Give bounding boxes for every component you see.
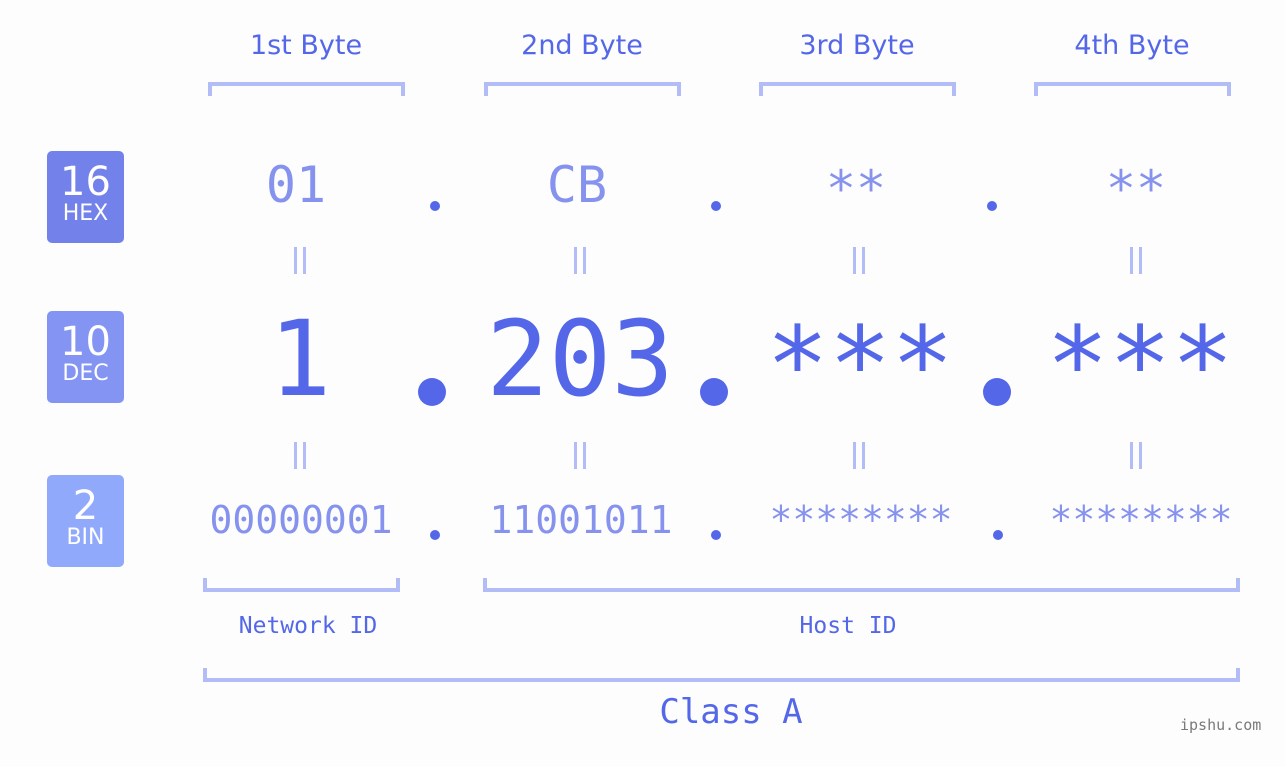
byte-header-4: 4th Byte [1074,30,1190,61]
class-label: Class A [659,692,803,732]
hex-dot-separator [711,201,721,211]
bin-badge-number: 2 [72,483,99,529]
hex-badge-label: HEX [62,201,109,226]
dec-dot-separator [983,378,1011,406]
network-id-label: Network ID [238,613,378,639]
byte-bracket-4 [1034,82,1231,96]
equals-icon [574,247,586,274]
dec-badge-number: 10 [60,319,111,365]
dec-byte-2: 203 [486,298,674,420]
equals-icon [1130,442,1142,469]
hex-badge: 16 HEX [47,151,124,243]
hex-byte-3: ** [825,160,887,218]
byte-bracket-3 [759,82,956,96]
host-id-bracket [483,578,1240,592]
hex-byte-2: CB [546,156,608,214]
bin-dot-separator [430,530,440,540]
hex-badge-number: 16 [60,159,111,205]
class-bracket [203,668,1240,682]
equals-icon [853,442,865,469]
dec-byte-4: *** [1046,304,1234,426]
byte-header-1: 1st Byte [249,30,363,61]
byte-bracket-2 [484,82,681,96]
hex-byte-4: ** [1105,160,1167,218]
bin-badge: 2 BIN [47,475,124,567]
bin-dot-separator [993,530,1003,540]
equals-icon [1130,247,1142,274]
dec-badge-label: DEC [62,361,109,386]
dec-dot-separator [418,378,446,406]
hex-byte-1: 01 [265,156,327,214]
dec-badge: 10 DEC [47,311,124,403]
network-id-bracket [203,578,400,592]
hex-dot-separator [430,201,440,211]
equals-icon [574,442,586,469]
equals-icon [853,247,865,274]
bin-byte-2: 11001011 [489,498,673,542]
byte-header-3: 3rd Byte [799,30,915,61]
dec-dot-separator [700,378,728,406]
byte-header-2: 2nd Byte [521,30,643,61]
equals-icon [294,247,306,274]
hex-dot-separator [987,201,997,211]
host-id-label: Host ID [799,613,897,639]
bin-badge-label: BIN [66,525,105,550]
dec-byte-3: *** [766,304,954,426]
bin-byte-3: ******** [769,498,953,542]
byte-bracket-1 [208,82,405,96]
bin-dot-separator [711,530,721,540]
equals-icon [294,442,306,469]
watermark: ipshu.com [1180,716,1262,734]
dec-byte-1: 1 [268,298,332,420]
bin-byte-1: 00000001 [209,498,393,542]
bin-byte-4: ******** [1049,498,1233,542]
